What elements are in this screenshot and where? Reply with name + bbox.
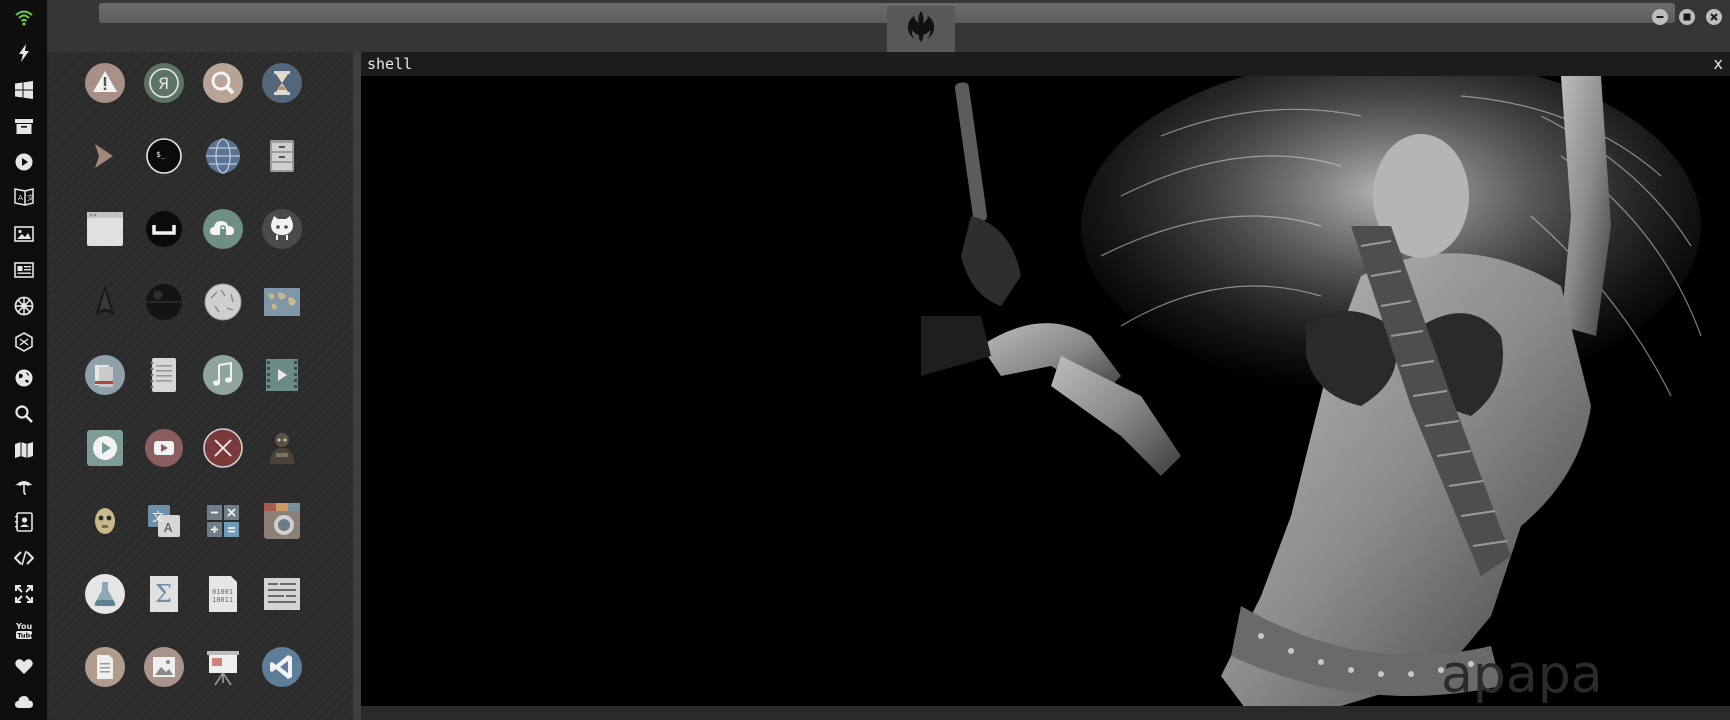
c3po-icon[interactable] bbox=[83, 499, 127, 543]
panel-divider[interactable] bbox=[353, 52, 361, 720]
desktop: A文 You Tube Я $_ 文 A Σ 01001 10011 shell… bbox=[0, 0, 1730, 720]
translate-icon[interactable]: A文 bbox=[4, 181, 44, 213]
map-icon[interactable] bbox=[4, 434, 44, 466]
bottom-status-strip bbox=[361, 706, 1730, 720]
text-editor-icon[interactable] bbox=[260, 572, 304, 616]
image-icon[interactable] bbox=[4, 218, 44, 250]
maximize-icon bbox=[1683, 13, 1691, 21]
app-launcher-panel: Я $_ 文 A Σ 01001 10011 bbox=[50, 52, 353, 720]
language-translate-icon[interactable]: 文A bbox=[142, 499, 186, 543]
file-cabinet-icon[interactable] bbox=[260, 134, 304, 178]
svg-text:文: 文 bbox=[152, 509, 164, 524]
hexagon-icon[interactable] bbox=[4, 326, 44, 358]
wallpaper-image: apapa bbox=[361, 76, 1730, 720]
shell-title: shell bbox=[367, 55, 413, 73]
shell-window: shell x apapa bbox=[361, 52, 1730, 720]
windows-icon[interactable] bbox=[4, 74, 44, 106]
cloud-lock-icon[interactable] bbox=[201, 207, 245, 251]
chemistry-flask-icon[interactable] bbox=[83, 572, 127, 616]
camera-icon[interactable] bbox=[260, 499, 304, 543]
math-sigma-icon[interactable]: Σ bbox=[142, 572, 186, 616]
minimize-icon bbox=[1656, 16, 1664, 18]
search-app-icon[interactable] bbox=[201, 61, 245, 105]
fullscreen-icon[interactable] bbox=[4, 578, 44, 610]
starfleet-icon[interactable] bbox=[83, 280, 127, 324]
svg-text:You: You bbox=[15, 622, 33, 631]
svg-text:Я: Я bbox=[158, 74, 169, 93]
picture-icon[interactable] bbox=[142, 645, 186, 689]
left-dock: A文 You Tube bbox=[0, 0, 47, 720]
globe-app-icon[interactable] bbox=[201, 134, 245, 178]
terminal-icon[interactable]: $_ bbox=[142, 134, 186, 178]
svg-text:文: 文 bbox=[27, 193, 34, 202]
death-star-icon[interactable] bbox=[142, 280, 186, 324]
visual-studio-icon[interactable] bbox=[260, 645, 304, 689]
rebel-alliance-icon bbox=[907, 11, 935, 42]
binary-file-icon[interactable]: 01001 10011 bbox=[201, 572, 245, 616]
yandex-icon[interactable]: Я bbox=[142, 61, 186, 105]
close-circle-icon[interactable] bbox=[201, 426, 245, 470]
youtube-player-icon[interactable] bbox=[142, 426, 186, 470]
archive-icon[interactable] bbox=[4, 110, 44, 142]
code-icon[interactable] bbox=[4, 542, 44, 574]
video-icon[interactable] bbox=[260, 353, 304, 397]
svg-text:A: A bbox=[164, 521, 173, 535]
shell-close-button[interactable]: x bbox=[1713, 54, 1723, 73]
globe-icon[interactable] bbox=[4, 362, 44, 394]
books-icon[interactable] bbox=[83, 353, 127, 397]
notebook-icon[interactable] bbox=[142, 353, 186, 397]
svg-text:Tube: Tube bbox=[17, 632, 34, 640]
rebel-tab[interactable] bbox=[887, 6, 955, 52]
news-icon[interactable] bbox=[4, 254, 44, 286]
world-map-icon[interactable] bbox=[260, 280, 304, 324]
calculator-icon[interactable] bbox=[201, 499, 245, 543]
heart-icon[interactable] bbox=[4, 650, 44, 682]
umbrella-icon[interactable] bbox=[4, 470, 44, 502]
top-bar bbox=[47, 0, 1730, 52]
play-icon[interactable] bbox=[4, 146, 44, 178]
music-icon[interactable] bbox=[201, 353, 245, 397]
svg-text:A: A bbox=[18, 194, 23, 202]
wifi-icon[interactable] bbox=[4, 2, 44, 34]
flash-icon[interactable] bbox=[4, 37, 44, 69]
close-button[interactable] bbox=[1706, 9, 1722, 25]
wikipedia-icon[interactable] bbox=[201, 280, 245, 324]
video-player-icon[interactable] bbox=[83, 426, 127, 470]
svg-text:10011: 10011 bbox=[212, 596, 233, 604]
bracket-icon[interactable] bbox=[142, 207, 186, 251]
warning-icon[interactable] bbox=[83, 61, 127, 105]
svg-text:01001: 01001 bbox=[212, 588, 233, 596]
galactic-empire-icon[interactable] bbox=[4, 290, 44, 322]
cloud-icon[interactable] bbox=[4, 686, 44, 718]
shell-header: shell x bbox=[361, 52, 1730, 76]
browser-window-icon[interactable] bbox=[83, 207, 127, 251]
close-icon bbox=[1710, 13, 1718, 21]
svg-text:$_: $_ bbox=[156, 150, 166, 159]
search-icon[interactable] bbox=[4, 398, 44, 430]
contacts-icon[interactable] bbox=[4, 506, 44, 538]
document-icon[interactable] bbox=[83, 645, 127, 689]
hourglass-icon[interactable] bbox=[260, 61, 304, 105]
maximize-button[interactable] bbox=[1679, 9, 1695, 25]
terminal-chevron-icon[interactable] bbox=[83, 134, 127, 178]
presentation-icon[interactable] bbox=[201, 645, 245, 689]
wallpaper-watermark: apapa bbox=[1441, 645, 1603, 705]
minimize-button[interactable] bbox=[1652, 9, 1668, 25]
github-octocat-icon[interactable] bbox=[260, 207, 304, 251]
youtube-icon[interactable]: You Tube bbox=[4, 614, 44, 646]
svg-text:Σ: Σ bbox=[155, 580, 172, 608]
stormtrooper-icon[interactable] bbox=[260, 426, 304, 470]
